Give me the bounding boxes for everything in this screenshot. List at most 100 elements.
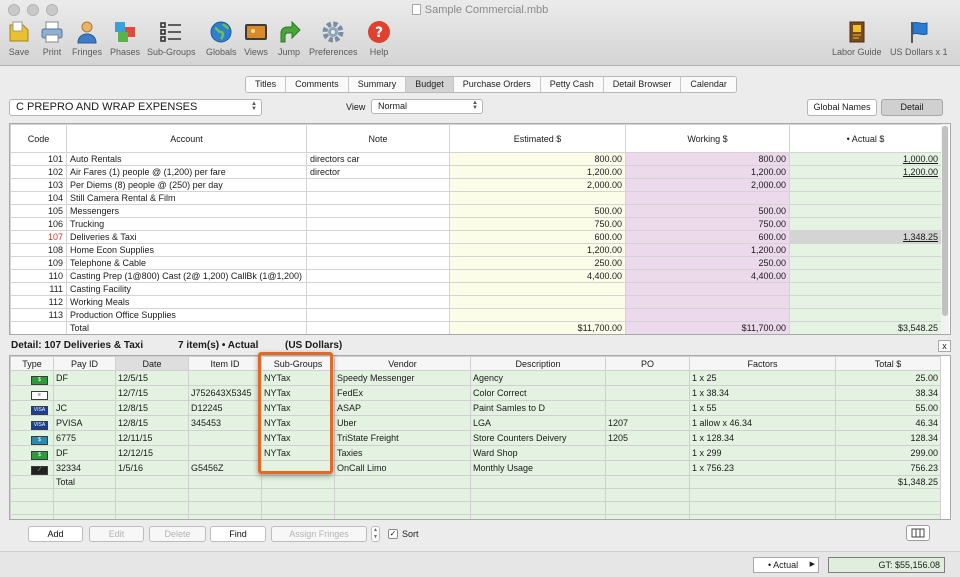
budget-cell-actual[interactable] xyxy=(789,204,942,218)
detail-empty-cell[interactable] xyxy=(53,488,116,502)
budget-row[interactable]: 112 Working Meals xyxy=(10,295,942,309)
detail-cell-type[interactable]: VISA xyxy=(10,400,54,416)
detail-cell-vendor[interactable]: Uber xyxy=(334,415,471,431)
budget-cell-code[interactable]: 101 xyxy=(10,152,67,166)
budget-cell-estimated[interactable] xyxy=(449,191,626,205)
detail-cell-vendor[interactable]: ASAP xyxy=(334,400,471,416)
budget-cell-account[interactable]: Air Fares (1) people @ (1,200) per fare xyxy=(66,165,307,179)
tab-budget[interactable]: Budget xyxy=(406,77,454,92)
currency-button[interactable]: US Dollars x 1 xyxy=(890,20,948,57)
budget-cell-account[interactable]: Messengers xyxy=(66,204,307,218)
budget-row[interactable]: 109 Telephone & Cable 250.00 250.00 xyxy=(10,256,942,270)
column-header[interactable]: Note xyxy=(306,124,450,153)
budget-cell-estimated[interactable] xyxy=(449,282,626,296)
detail-empty-cell[interactable] xyxy=(115,501,189,515)
budget-cell-note[interactable] xyxy=(306,217,450,231)
budget-cell-code[interactable]: 102 xyxy=(10,165,67,179)
detail-empty-cell[interactable] xyxy=(605,514,690,519)
detail-cell-subgroup[interactable]: NYTax xyxy=(261,370,335,386)
detail-cell-vendor[interactable]: OnCall Limo xyxy=(334,460,471,476)
budget-cell-code[interactable]: 105 xyxy=(10,204,67,218)
budget-cell-account[interactable]: Working Meals xyxy=(66,295,307,309)
budget-cell-account[interactable]: Telephone & Cable xyxy=(66,256,307,270)
help-button[interactable]: ? Help xyxy=(367,20,391,57)
detail-cell-vendor[interactable]: Taxies xyxy=(334,445,471,461)
column-header[interactable]: • Actual $ xyxy=(789,124,942,153)
budget-cell-note[interactable] xyxy=(306,191,450,205)
detail-cell-subgroup[interactable]: NYTax xyxy=(261,445,335,461)
budget-row[interactable]: 104 Still Camera Rental & Film xyxy=(10,191,942,205)
detail-cell-vendor[interactable]: Speedy Messenger xyxy=(334,370,471,386)
budget-cell-estimated[interactable]: 500.00 xyxy=(449,204,626,218)
save-button[interactable]: Save xyxy=(7,20,31,57)
column-layout-button[interactable] xyxy=(906,525,930,541)
detail-cell-date[interactable]: 1/5/16 xyxy=(115,460,189,476)
detail-row[interactable]: ⟋ 32334 1/5/16 G5456Z OnCall Limo Monthly Usa… xyxy=(10,460,941,476)
account-selector[interactable]: C PREPRO AND WRAP EXPENSES ▲ ▼ xyxy=(9,99,262,116)
view-select[interactable]: Normal ▲ ▼ xyxy=(371,99,483,114)
budget-cell-note[interactable] xyxy=(306,243,450,257)
detail-cell-description[interactable]: Monthly Usage xyxy=(470,460,606,476)
budget-cell-estimated[interactable] xyxy=(449,295,626,309)
budget-cell-code[interactable]: 110 xyxy=(10,269,67,283)
detail-cell-type[interactable]: $ xyxy=(10,430,54,446)
budget-cell-working[interactable]: 600.00 xyxy=(625,230,790,244)
detail-empty-cell[interactable] xyxy=(261,514,335,519)
detail-cell-pay_id[interactable]: DF xyxy=(53,445,116,461)
budget-cell-code[interactable]: 108 xyxy=(10,243,67,257)
detail-empty-row[interactable] xyxy=(10,501,941,515)
budget-row[interactable]: 113 Production Office Supplies xyxy=(10,308,942,322)
detail-cell-total[interactable]: 299.00 xyxy=(835,445,941,461)
detail-cell-subgroup[interactable] xyxy=(261,460,335,476)
detail-column-header[interactable]: Description xyxy=(470,356,606,371)
detail-cell-factors[interactable]: 1 x 756.23 xyxy=(689,460,836,476)
budget-row[interactable]: 110 Casting Prep (1@800) Cast (2@ 1,200) … xyxy=(10,269,942,283)
add-button[interactable]: Add xyxy=(28,526,83,542)
tab-titles[interactable]: Titles xyxy=(246,77,287,92)
detail-cell-factors[interactable]: 1 x 38.34 xyxy=(689,385,836,401)
detail-cell-total[interactable]: 55.00 xyxy=(835,400,941,416)
detail-cell-description[interactable]: Agency xyxy=(470,370,606,386)
budget-cell-code[interactable]: 106 xyxy=(10,217,67,231)
detail-empty-cell[interactable] xyxy=(10,501,54,515)
detail-cell-po[interactable] xyxy=(605,370,690,386)
budget-cell-working[interactable] xyxy=(625,308,790,322)
detail-cell-subgroup[interactable]: NYTax xyxy=(261,415,335,431)
detail-row[interactable]: $ DF 12/12/15 NYTax Taxies Ward Shop 1 x 299 29… xyxy=(10,445,941,461)
budget-cell-working[interactable]: 2,000.00 xyxy=(625,178,790,192)
detail-cell-type[interactable]: ≡ xyxy=(10,385,54,401)
budget-cell-note[interactable]: director xyxy=(306,165,450,179)
close-detail-button[interactable]: x xyxy=(938,340,951,352)
detail-cell-date[interactable]: 12/11/15 xyxy=(115,430,189,446)
detail-empty-cell[interactable] xyxy=(261,501,335,515)
budget-row[interactable]: 105 Messengers 500.00 500.00 xyxy=(10,204,942,218)
budget-cell-note[interactable] xyxy=(306,282,450,296)
detail-cell-description[interactable]: Ward Shop xyxy=(470,445,606,461)
fringes-button[interactable]: Fringes xyxy=(72,20,102,57)
jump-button[interactable]: Jump xyxy=(277,20,301,57)
budget-cell-account[interactable]: Per Diems (8) people @ (250) per day xyxy=(66,178,307,192)
detail-empty-cell[interactable] xyxy=(115,514,189,519)
tab-calendar[interactable]: Calendar xyxy=(681,77,736,92)
detail-column-header[interactable]: Item ID xyxy=(188,356,262,371)
detail-empty-cell[interactable] xyxy=(470,514,606,519)
detail-cell-factors[interactable]: 1 x 55 xyxy=(689,400,836,416)
detail-row[interactable]: ≡ 12/7/15 J752643X5345 NYTax FedEx Color Corr… xyxy=(10,385,941,401)
budget-cell-account[interactable]: Still Camera Rental & Film xyxy=(66,191,307,205)
budget-cell-note[interactable] xyxy=(306,178,450,192)
detail-row[interactable]: VISA PVISA 12/8/15 345453 NYTax Uber LGA 1207 1 … xyxy=(10,415,941,431)
detail-cell-factors[interactable]: 1 allow x 46.34 xyxy=(689,415,836,431)
budget-cell-actual[interactable] xyxy=(789,269,942,283)
find-button[interactable]: Find xyxy=(210,526,266,542)
detail-cell-pay_id[interactable]: 6775 xyxy=(53,430,116,446)
detail-empty-cell[interactable] xyxy=(10,514,54,519)
budget-cell-account[interactable]: Production Office Supplies xyxy=(66,308,307,322)
budget-cell-note[interactable] xyxy=(306,295,450,309)
detail-empty-cell[interactable] xyxy=(470,501,606,515)
column-header[interactable]: Estimated $ xyxy=(449,124,626,153)
budget-row[interactable]: 101 Auto Rentals directors car 800.00 800.00… xyxy=(10,152,942,166)
detail-cell-pay_id[interactable]: 32334 xyxy=(53,460,116,476)
detail-empty-cell[interactable] xyxy=(10,488,54,502)
preferences-button[interactable]: Preferences xyxy=(309,20,358,57)
budget-cell-note[interactable]: directors car xyxy=(306,152,450,166)
